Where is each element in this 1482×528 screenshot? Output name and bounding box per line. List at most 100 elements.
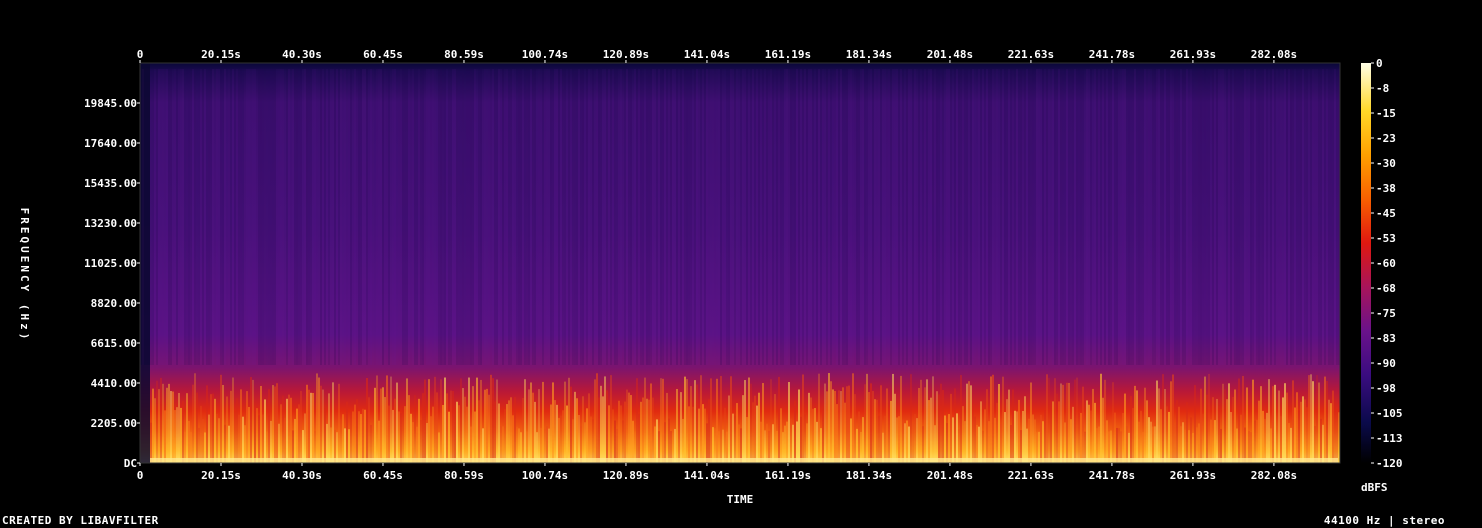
spectrogram-streak: [1098, 426, 1100, 463]
spectrogram-streak: [438, 69, 440, 365]
spectrogram-streak: [280, 69, 282, 365]
spectrogram-streak: [1320, 418, 1322, 463]
spectrogram-streak: [974, 69, 976, 365]
spectrogram-streak: [156, 380, 158, 463]
spectrogram-streak: [724, 69, 726, 365]
spectrogram-streak: [158, 69, 160, 365]
spectrogram-streak: [924, 69, 926, 365]
spectrogram-streak: [492, 378, 494, 463]
spectrogram-streak: [1088, 404, 1090, 463]
spectrogram-streak: [1274, 69, 1276, 365]
spectrogram-streak: [680, 392, 682, 463]
spectrogram-streak: [980, 401, 982, 463]
spectrogram-streak: [1056, 69, 1058, 365]
spectrogram-streak: [1136, 69, 1138, 365]
colorbar-ticks: 0 -8 -15 -23 -30 -38 -45 -53 -60 -68 -75 -83 -90 -98 -…: [1371, 57, 1403, 470]
spectrogram-streak: [308, 69, 310, 365]
spectrogram-streak: [192, 69, 194, 365]
spectrogram-streak: [1138, 421, 1140, 463]
spectrogram-streak: [752, 402, 754, 463]
spectrogram-streak: [214, 69, 216, 365]
spectrogram-streak: [476, 377, 478, 463]
spectrogram-streak: [572, 69, 574, 365]
spectrogram-streak: [1000, 423, 1002, 463]
spectrogram-streak: [166, 387, 168, 463]
spectrogram-streak: [702, 69, 704, 365]
spectrogram-streak: [916, 69, 918, 365]
spectrogram-streak: [1234, 389, 1236, 463]
x-tick-label-bottom: 261.93s: [1170, 469, 1216, 482]
spectrogram-streak: [516, 69, 518, 365]
spectrogram-streak: [252, 379, 254, 463]
spectrogram-streak: [1272, 69, 1274, 365]
spectrogram-streak: [1196, 427, 1198, 463]
spectrogram-streak: [174, 69, 176, 365]
spectrogram-streak: [1236, 428, 1238, 463]
spectrogram-streak: [946, 69, 948, 365]
spectrogram-streak: [758, 69, 760, 365]
spectrogram-streak: [844, 69, 846, 365]
spectrogram-streak: [1174, 69, 1176, 365]
spectrogram-streak: [628, 69, 630, 365]
spectrogram-streak: [270, 69, 272, 365]
spectrogram-streak: [478, 400, 480, 463]
spectrogram-streak: [654, 69, 656, 365]
spectrogram-streak: [870, 383, 872, 463]
spectrogram-streak: [1308, 375, 1310, 463]
spectrogram-streak: [1096, 69, 1098, 365]
spectrogram-chart: 0 20.15s 40.30s 60.45s 80.59s 100.74s 120.89s 1…: [18, 48, 1403, 506]
spectrogram-streak: [782, 69, 784, 365]
spectrogram-streak: [1286, 392, 1288, 463]
spectrogram-streak: [384, 69, 386, 365]
spectrogram-streak: [446, 69, 448, 365]
spectrogram-streak: [1200, 388, 1202, 463]
spectrogram-streak: [288, 69, 290, 365]
spectrogram-streak: [468, 69, 470, 365]
spectrogram-streak: [1304, 69, 1306, 365]
spectrogram-streak: [328, 393, 330, 463]
spectrogram-streak: [1166, 69, 1168, 365]
spectrogram-streak: [794, 69, 796, 365]
spectrogram-streak: [432, 69, 434, 365]
spectrogram-streak: [1280, 416, 1282, 463]
spectrogram-streak: [1322, 424, 1324, 463]
spectrogram-streak: [226, 396, 228, 463]
spectrogram-streak: [262, 414, 264, 463]
spectrogram-streak: [464, 396, 466, 463]
spectrogram-streak: [964, 421, 966, 463]
spectrogram-streak: [896, 417, 898, 463]
spectrogram-streak: [566, 405, 568, 463]
spectrogram-streak: [704, 69, 706, 365]
spectrogram-streak: [1260, 69, 1262, 365]
spectrogram-streak: [1310, 69, 1312, 365]
spectrogram-streak: [592, 419, 594, 463]
spectrogram-streak: [1240, 69, 1242, 365]
spectrogram-streak: [486, 69, 488, 365]
spectrogram-streak: [954, 388, 956, 463]
spectrogram-streak: [762, 69, 764, 365]
spectrogram-streak: [444, 69, 446, 365]
spectrogram-streak: [586, 69, 588, 365]
spectrogram-streak: [632, 69, 634, 365]
spectrogram-streak: [358, 69, 360, 365]
spectrogram-streak: [430, 69, 432, 365]
spectrogram-streak: [698, 69, 700, 365]
spectrogram-streak: [1004, 69, 1006, 365]
spectrogram-streak: [656, 419, 658, 463]
spectrogram-streak: [504, 69, 506, 365]
spectrogram-streak: [1306, 69, 1308, 365]
spectrogram-streak: [194, 373, 196, 463]
spectrogram-streak: [414, 69, 416, 365]
spectrogram-streak: [1180, 69, 1182, 365]
spectrogram-streak: [872, 69, 874, 365]
spectrogram-streak: [498, 403, 500, 463]
spectrogram-streak: [890, 69, 892, 365]
spectrogram-streak: [288, 394, 290, 463]
spectrogram-streak: [420, 69, 422, 365]
x-tick-label-top: 261.93s: [1170, 48, 1216, 61]
spectrogram-streak: [160, 377, 162, 463]
spectrogram-streak: [716, 69, 718, 365]
spectrogram-streak: [808, 69, 810, 365]
y-tick-label: 17640.00: [84, 137, 137, 150]
spectrogram-streak: [1082, 386, 1084, 463]
